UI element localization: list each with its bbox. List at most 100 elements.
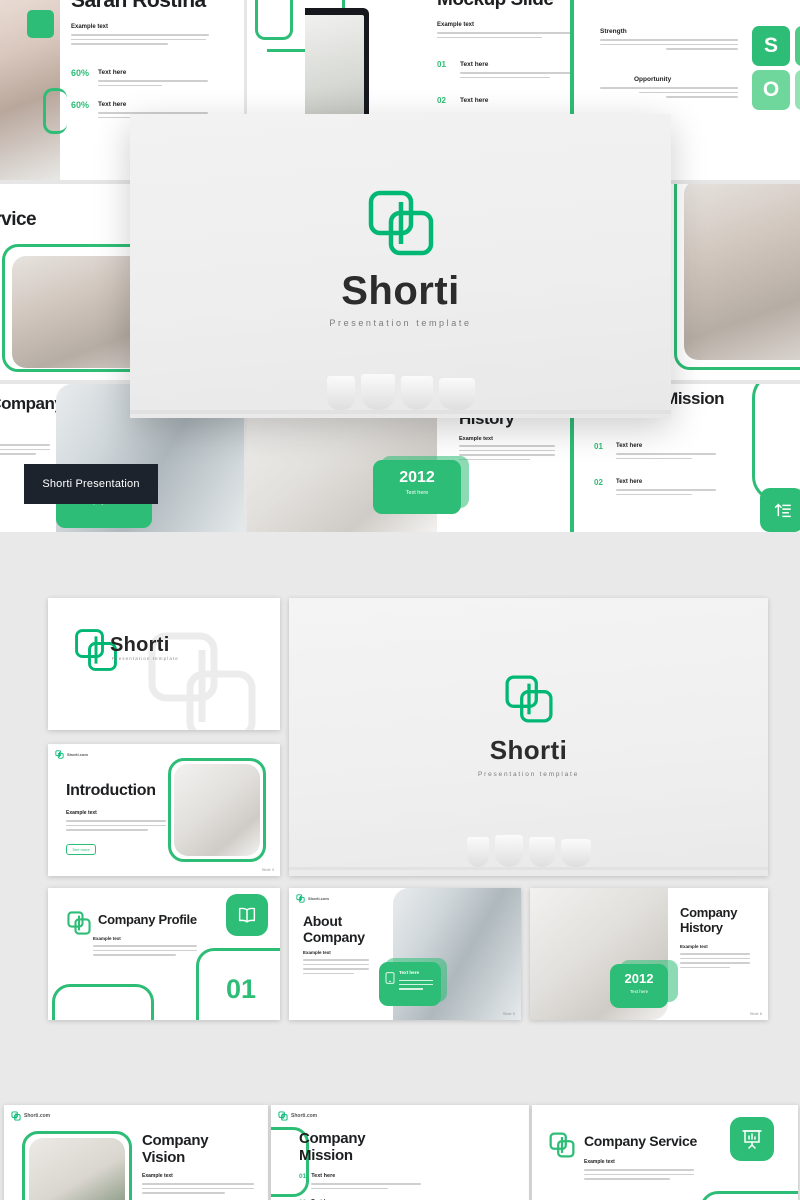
item-number: 01 [299,1173,307,1180]
item-label-2: Text here [616,479,643,485]
body-lines [303,959,369,977]
hero-slide-title: Mockup Slide [437,0,554,10]
green-frame [752,384,800,502]
green-accent-block [27,10,54,38]
item-label-2: Text here [460,97,489,104]
shorti-logo-icon [504,675,553,723]
slide-thumb-introduction[interactable]: Shorti.com Introduction Example text See… [48,744,280,876]
example-label: Example text [680,944,708,949]
slide-title: Company Vision [142,1132,209,1166]
thumb-brand-tagline: Presentation template [112,656,179,661]
body-lines [437,32,570,41]
slide-title: About Company [303,913,365,945]
body-lines [459,445,555,463]
presentation-chart-icon [730,1117,774,1161]
body-lines [71,34,209,48]
person-photo [684,184,800,360]
green-outline-frame [255,0,293,40]
item-body-lines [311,1183,422,1190]
shorti-presentation-tooltip: Shorti Presentation [24,464,158,504]
example-label: Example text [93,936,121,941]
shorti-logo-icon [549,1132,575,1158]
mission-items: 01 Text here 02 Text here [299,1173,449,1200]
slide-title: Company Mission [299,1130,366,1164]
slide-thumb-company-vision[interactable]: Shorti.com Company Vision Example text [4,1105,268,1200]
notebook-photo [174,764,260,856]
item-number: 01 [594,442,603,451]
green-frame-left [52,984,154,1020]
slide-title: Company Service [584,1133,697,1149]
year-badge-label: Text here [405,490,429,496]
slide-thumb-company-mission[interactable]: Shorti.com Company Mission 01 Text here … [271,1105,529,1200]
swot-cell-o: O [752,70,790,110]
tooltip-label: Shorti Presentation [42,478,140,490]
slide-thumb-big-cover[interactable]: Shorti Presentation template [289,598,768,876]
brand-bar: Shorti.com [296,894,329,903]
stat-percent-2: 60% [71,100,90,110]
cups-decoration [439,819,619,867]
see-more-button[interactable]: See more [66,844,96,855]
card-title: Text here [399,970,420,975]
slide-title: Introduction [66,782,156,799]
stat-body-lines [98,80,208,89]
slide-thumb-company-history[interactable]: Company History Example text 2012 Text h… [530,888,768,1020]
green-frame [700,1191,798,1200]
block-label-strength: Strength [600,28,627,35]
book-icon [226,894,268,936]
item-body-lines [616,453,716,462]
hero-collage: Sarah Rostina Example text 60% Text here… [0,0,800,532]
body-lines [142,1183,254,1197]
year-badge[interactable]: 2012 Text here [373,460,461,514]
item-label: Text here [460,61,489,68]
slide-thumb-about-company[interactable]: Shorti.com About Company Example text Te… [289,888,521,1020]
example-label: Example text [71,24,109,30]
slide-number: Slide 3 [261,867,274,872]
shorti-logo-icon [296,894,305,903]
year-badge-value: 2012 [624,971,654,986]
card-lines [399,980,433,990]
year-badge-value: 2012 [399,469,435,486]
section-number: 01 [226,974,257,1004]
upload-list-icon [760,488,800,532]
big-logo-block: Shorti Presentation template [289,672,768,778]
example-label: Example text [142,1173,173,1179]
year-badge-label: Text here [629,989,649,994]
stat-label: Text here [98,69,127,76]
year-badge[interactable]: 2012 Text here [610,964,668,1008]
example-label: Example text [584,1159,615,1165]
slide-thumb-cover[interactable]: Shorti Presentation template [48,598,280,730]
big-brand-name: Shorti [489,735,568,765]
hero-preview-card[interactable]: Shorti Presentation template [130,114,671,418]
item-body-lines-2 [616,489,716,498]
slide-number: Slide 6 [749,1011,762,1016]
stat-percent: 60% [71,68,90,78]
slide-thumb-company-service[interactable]: Company Service Example text [532,1105,798,1200]
green-info-card[interactable]: Text here [379,962,441,1006]
shelf [130,410,671,414]
item-number-2: 02 [594,478,603,487]
thumb-brand-name: Shorti [110,634,170,656]
swot-cell-s: S [752,26,790,66]
shorti-logo-icon [11,1111,21,1121]
brand-bar: Shorti.com [11,1111,50,1121]
hero-brand-name: Shorti [341,269,460,313]
slide-title: Company Profile [98,912,197,927]
hero-slide-title: t Company [0,394,64,413]
page-root: Sarah Rostina Example text 60% Text here… [0,0,800,1200]
brand-site-label: Shorti.com [308,896,329,901]
slide-thumb-company-profile[interactable]: Company Profile Example text 01 [48,888,280,1020]
hero-brand-tagline: Presentation template [329,318,472,328]
hero-logo-block: Shorti Presentation template [130,186,671,328]
swot-cell-t: T [795,70,800,110]
gallery-section-two: Shorti.com Company Vision Example text S… [0,1090,800,1200]
item-body-lines [460,72,570,81]
brand-bar: Shorti.com [55,750,88,759]
list-item: 01 Text here [299,1173,449,1192]
green-outline-bracket [43,88,67,134]
item-number: 01 [437,60,446,69]
shorti-logo-icon [67,911,91,935]
slide-number: Slide 5 [502,1011,515,1016]
swot-cell-w: W [795,26,800,66]
stat-label-2: Text here [98,101,127,108]
block-label-opportunity: Opportunity [634,76,672,83]
